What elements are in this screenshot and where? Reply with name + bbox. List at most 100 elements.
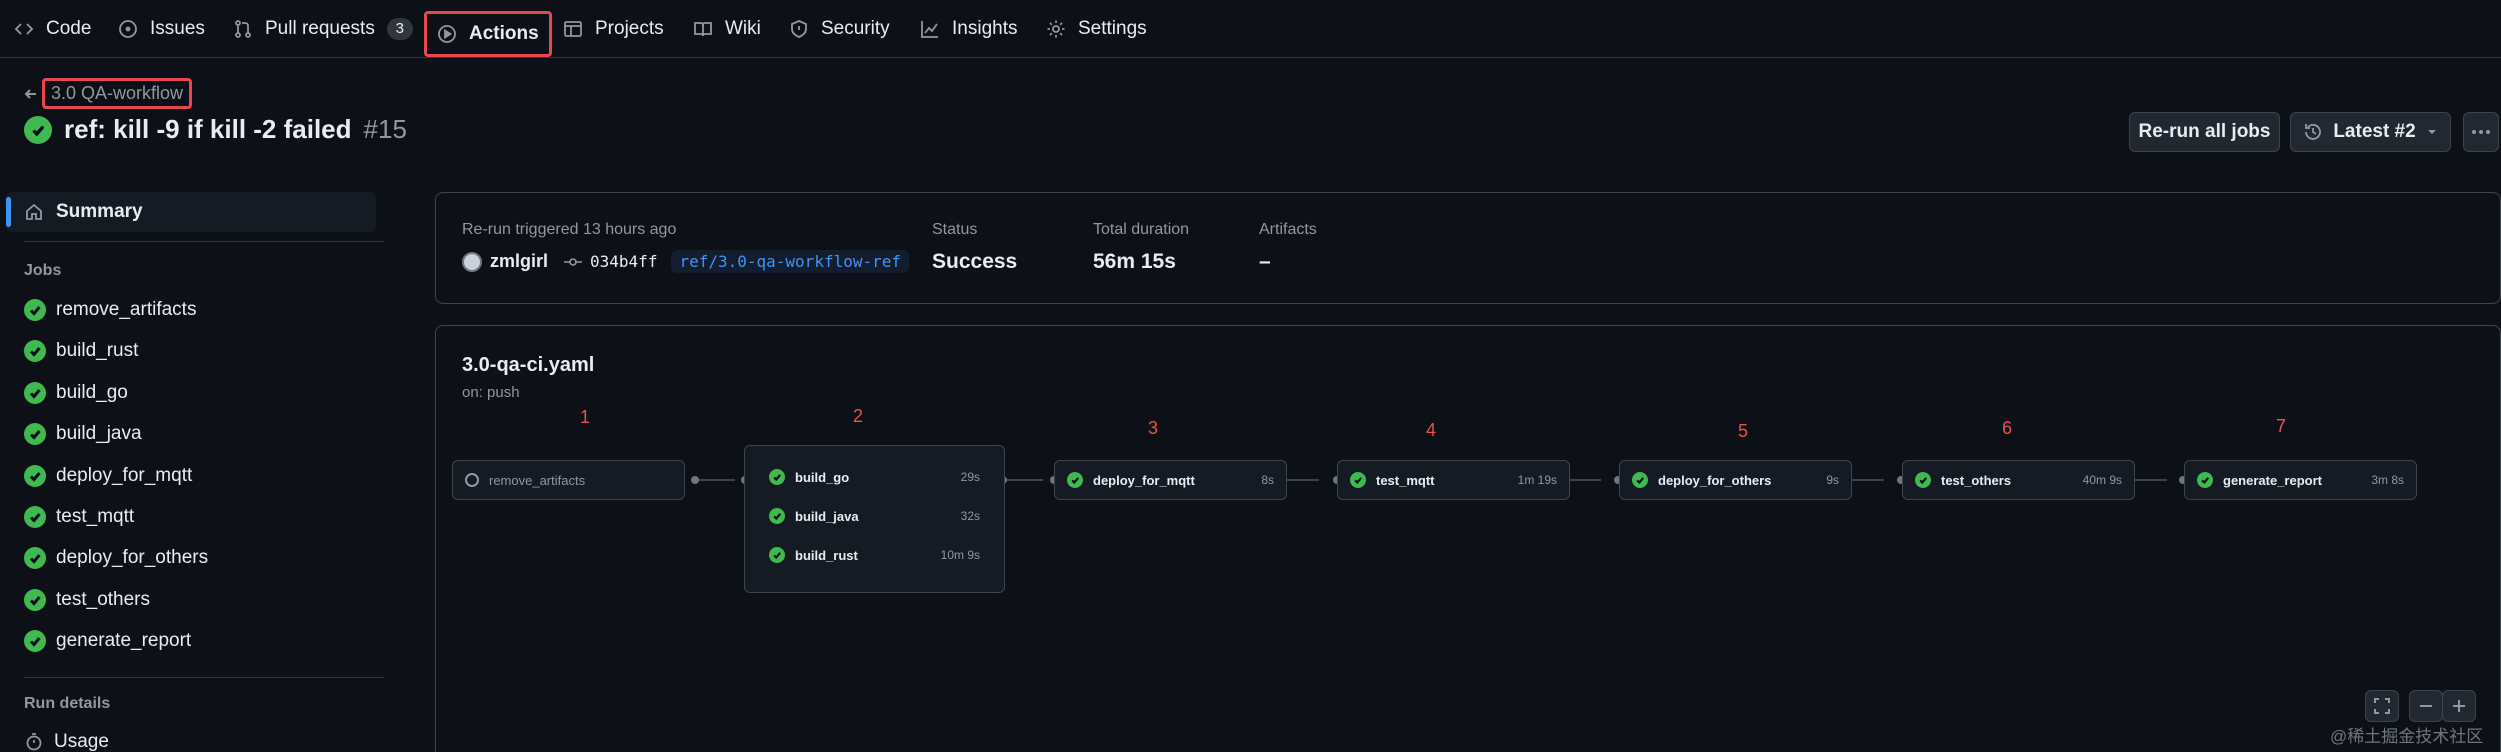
connector-dot — [691, 476, 699, 484]
minus-icon — [2420, 705, 2432, 707]
stage-number-4: 4 — [1426, 420, 1437, 440]
job-duration: 32s — [960, 509, 980, 523]
check-circle-icon — [24, 464, 46, 487]
sidebar-item-label: deploy_for_others — [56, 547, 209, 569]
job-node-test-mqtt[interactable]: test_mqtt 1m 19s — [1337, 460, 1570, 500]
sidebar-item-generate-report[interactable]: generate_report — [24, 630, 192, 653]
back-to-workflow-link[interactable]: 3.0 QA-workflow — [24, 78, 193, 109]
user-link[interactable]: zmlgirl — [490, 251, 548, 272]
run-title: ref: kill -9 if kill -2 failed — [64, 114, 352, 144]
nav-settings[interactable]: Settings — [1036, 10, 1157, 47]
usage-label: Usage — [54, 731, 109, 752]
nav-actions[interactable]: Actions — [424, 11, 552, 57]
history-icon — [2305, 124, 2322, 140]
repo-nav: Code Issues Pull requests 3 Actions Proj… — [0, 0, 2501, 58]
job-name: generate_report — [2223, 472, 2322, 488]
connector — [1003, 479, 1043, 481]
issue-icon — [119, 19, 137, 38]
sidebar-item-build-rust[interactable]: build_rust — [24, 340, 138, 363]
rerun-all-jobs-button[interactable]: Re-run all jobs — [2129, 112, 2280, 152]
nav-wiki-label: Wiki — [725, 17, 761, 39]
sidebar-item-test-others[interactable]: test_others — [24, 588, 150, 611]
stage-number-5: 5 — [1738, 421, 1749, 441]
sidebar-item-usage[interactable]: Usage — [24, 731, 109, 752]
check-circle-icon — [24, 299, 46, 321]
trigger-details: zmlgirl 034b4ff ref/3.0-qa-workflow-ref — [462, 250, 910, 273]
sidebar-summary-label: Summary — [56, 201, 143, 222]
job-name: deploy_for_others — [1658, 472, 1772, 488]
sidebar-summary[interactable]: Summary — [6, 192, 376, 232]
more-options-button[interactable] — [2463, 112, 2499, 152]
job-name: test_mqtt — [1376, 472, 1435, 488]
nav-security-label: Security — [821, 17, 890, 39]
sidebar-item-label: generate_report — [56, 630, 192, 652]
zoom-in-button[interactable] — [2442, 690, 2476, 722]
workflow-file-name[interactable]: 3.0-qa-ci.yaml — [462, 354, 594, 377]
nav-actions-label: Actions — [469, 23, 539, 44]
stage-number-2: 2 — [853, 406, 864, 426]
commit-icon — [564, 257, 583, 266]
duration-value[interactable]: 56m 15s — [1093, 250, 1176, 274]
job-name: build_java — [795, 508, 859, 524]
job-duration: 1m 19s — [1517, 473, 1557, 487]
nav-wiki[interactable]: Wiki — [683, 10, 771, 47]
job-node-test-others[interactable]: test_others 40m 9s — [1902, 460, 2135, 500]
check-circle-icon — [24, 547, 46, 570]
nav-pull-requests[interactable]: Pull requests 3 — [223, 10, 423, 47]
nav-issues[interactable]: Issues — [108, 10, 215, 47]
check-circle-icon — [24, 115, 52, 144]
commit-link[interactable]: 034b4ff — [590, 252, 657, 271]
job-node-build-go[interactable]: build_go 29s — [769, 462, 980, 492]
sidebar-item-test-mqtt[interactable]: test_mqtt — [24, 506, 134, 528]
job-node-build-rust[interactable]: build_rust 10m 9s — [769, 540, 980, 570]
pull-request-icon — [235, 19, 251, 38]
attempt-select[interactable]: Latest #2 — [2290, 112, 2451, 152]
nav-security[interactable]: Security — [779, 10, 900, 47]
job-duration: 10m 9s — [940, 548, 980, 562]
sidebar-item-build-go[interactable]: build_go — [24, 381, 128, 404]
page-title: ref: kill -9 if kill -2 failed #15 — [24, 114, 407, 145]
stage-number-1: 1 — [580, 407, 591, 427]
avatar[interactable] — [462, 251, 482, 272]
status-value: Success — [932, 250, 1018, 273]
job-node-build-java[interactable]: build_java 32s — [769, 501, 980, 531]
job-node-deploy-for-others[interactable]: deploy_for_others 9s — [1619, 460, 1852, 500]
check-circle-icon — [769, 469, 785, 485]
nav-projects[interactable]: Projects — [553, 10, 674, 47]
sidebar-item-build-java[interactable]: build_java — [24, 423, 142, 446]
check-circle-icon — [1067, 472, 1083, 488]
job-node-generate-report[interactable]: generate_report 3m 8s — [2184, 460, 2417, 500]
nav-code[interactable]: Code — [4, 10, 101, 47]
job-node-deploy-for-mqtt[interactable]: deploy_for_mqtt 8s — [1054, 460, 1287, 500]
stage-number-6: 6 — [2002, 418, 2013, 438]
check-circle-icon — [24, 340, 46, 363]
code-icon — [14, 22, 34, 35]
check-circle-icon — [24, 506, 46, 528]
sidebar-item-label: test_others — [56, 588, 150, 610]
duration-label: Total duration — [1093, 221, 1190, 238]
job-duration: 40m 9s — [2082, 473, 2122, 487]
shield-icon — [791, 19, 807, 38]
gear-icon — [1047, 20, 1065, 37]
job-node-remove-artifacts[interactable]: remove_artifacts — [452, 460, 685, 500]
watermark: @稀土掘金技术社区 — [2330, 727, 2484, 746]
workflow-graph-card: 3.0-qa-ci.yaml on: push 1 2 3 4 5 6 7 re… — [435, 325, 2501, 752]
check-circle-icon — [24, 588, 46, 611]
nav-pull-requests-label: Pull requests — [265, 17, 375, 39]
branch-badge[interactable]: ref/3.0-qa-workflow-ref — [671, 250, 910, 273]
nav-insights[interactable]: Insights — [910, 10, 1027, 47]
nav-issues-label: Issues — [150, 17, 205, 39]
sidebar-item-deploy-for-mqtt[interactable]: deploy_for_mqtt — [24, 464, 192, 487]
artifacts-value: – — [1259, 250, 1271, 273]
check-circle-icon — [24, 630, 46, 653]
sidebar-item-deploy-for-others[interactable]: deploy_for_others — [24, 547, 209, 570]
attempt-label: Latest #2 — [2333, 121, 2416, 142]
check-circle-icon — [1350, 472, 1366, 488]
kebab-horizontal-icon — [2472, 130, 2490, 134]
fullscreen-button[interactable] — [2365, 690, 2399, 722]
job-duration: 29s — [960, 470, 980, 484]
table-icon — [564, 20, 582, 37]
sidebar-divider — [24, 677, 384, 678]
zoom-out-button[interactable] — [2409, 690, 2443, 722]
sidebar-item-remove-artifacts[interactable]: remove_artifacts — [24, 299, 196, 321]
